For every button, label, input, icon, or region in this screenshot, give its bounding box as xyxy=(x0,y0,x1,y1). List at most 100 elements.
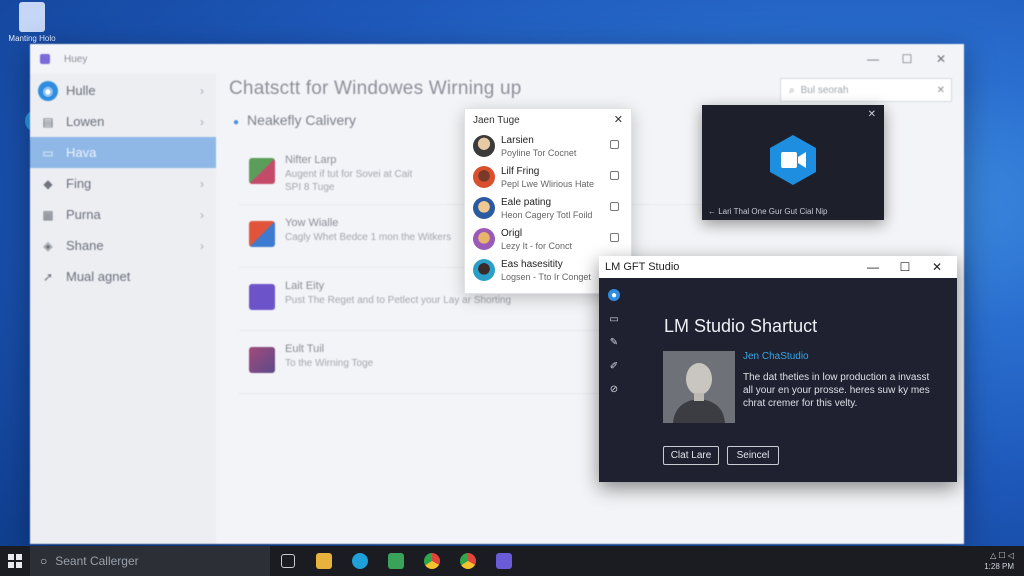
lm-sidebar: ● ▭ ✎ ✐ ⊘ xyxy=(599,278,629,482)
taskbar-app-chrome[interactable] xyxy=(414,546,450,576)
window-title: Huey xyxy=(64,53,88,65)
chevron-right-icon: › xyxy=(200,238,204,253)
video-call-widget: ✕ ← Lari Thal One Gur Gut Cial Nip xyxy=(702,105,884,220)
desktop-icon-1[interactable]: Manting Holo xyxy=(2,2,62,43)
contact-row[interactable]: Larsien Poyline Tor Cocnet xyxy=(465,131,631,162)
store-icon xyxy=(388,553,404,569)
select-checkbox[interactable] xyxy=(610,140,619,149)
select-checkbox[interactable] xyxy=(610,171,619,180)
select-checkbox[interactable] xyxy=(610,233,619,242)
taskbar-app-edge[interactable] xyxy=(342,546,378,576)
app-logo-icon xyxy=(40,54,50,64)
primary-button[interactable]: Clat Lare xyxy=(663,446,719,465)
section-title: ● Neakefly Calivery xyxy=(233,112,356,128)
contact-row[interactable]: Origl Lezy It - for Conct xyxy=(465,224,631,255)
profile-image xyxy=(663,351,735,423)
avatar xyxy=(473,228,495,250)
thumbnail-icon xyxy=(249,221,275,247)
taskbar-search[interactable]: ○ Seant Callerger xyxy=(30,546,270,576)
window-controls: — ☐ ✕ xyxy=(856,48,958,70)
list-icon: ▤ xyxy=(42,114,54,129)
chevron-right-icon: › xyxy=(200,207,204,222)
avatar xyxy=(473,135,495,157)
bullet-icon: ● xyxy=(233,117,240,128)
pencil-icon[interactable]: ✎ xyxy=(608,336,620,348)
taskbar-app-store[interactable] xyxy=(378,546,414,576)
document-icon xyxy=(19,2,45,32)
close-icon[interactable]: ✕ xyxy=(614,113,623,126)
select-checkbox[interactable] xyxy=(610,202,619,211)
chevron-right-icon: › xyxy=(200,114,204,129)
share-icon: ◈ xyxy=(43,238,53,253)
sidebar-item-label: Mual agnet xyxy=(66,269,131,284)
desktop-icon-label: Manting Holo xyxy=(8,34,56,43)
edit-icon[interactable]: ✐ xyxy=(608,360,620,372)
taskbar-app-explorer[interactable] xyxy=(306,546,342,576)
task-view-icon xyxy=(281,554,295,568)
browser-icon xyxy=(352,553,368,569)
page-title: Chatsctt for Windowes Wirning up xyxy=(229,78,522,99)
contact-popup-header: Jaen Tuge ✕ xyxy=(465,109,631,131)
search-input[interactable]: ⌕ Bul seorah ✕ xyxy=(780,78,952,102)
maximize-button[interactable]: ☐ xyxy=(890,48,924,70)
close-button[interactable]: ✕ xyxy=(921,256,953,278)
feed-item-subtext: SPI 8 Tuge xyxy=(285,182,335,193)
sidebar-item-mual-agnet[interactable]: ➚ Mual agnet xyxy=(30,261,216,292)
video-camera-icon xyxy=(770,135,816,185)
chevron-right-icon: › xyxy=(200,83,204,98)
arrow-icon: ➚ xyxy=(42,269,54,284)
maximize-button[interactable]: ☐ xyxy=(889,256,921,278)
sidebar-item-hava[interactable]: ▭ Hava xyxy=(30,137,216,168)
sidebar-item-shane[interactable]: ◈ Shane › xyxy=(30,230,216,261)
feed-item-title: Lait Eity xyxy=(285,280,325,292)
contact-name: Eas hasesitity xyxy=(501,259,563,270)
close-button[interactable]: ✕ xyxy=(924,48,958,70)
video-toolbar[interactable]: ← Lari Thal One Gur Gut Cial Nip xyxy=(708,207,827,216)
system-tray[interactable]: △ ☐ ◁ 1:28 PM xyxy=(984,550,1014,572)
contact-row[interactable]: Eale pating Heon Cagery Totl Foild xyxy=(465,193,631,224)
sidebar-item-purna[interactable]: ▦ Purna › xyxy=(30,199,216,230)
search-placeholder: Bul seorah xyxy=(800,84,849,96)
lm-window-title: LM GFT Studio xyxy=(605,261,680,273)
chat-app-icon xyxy=(496,553,512,569)
sidebar-item-fing[interactable]: ◆ Fing › xyxy=(30,168,216,199)
taskbar: ○ Seant Callerger △ ☐ ◁ 1:28 PM xyxy=(0,546,1024,576)
folder-icon xyxy=(316,553,332,569)
avatar xyxy=(473,197,495,219)
tray-icons: △ ☐ ◁ xyxy=(990,551,1014,560)
contact-status: Lezy It - for Conct xyxy=(501,241,573,251)
lm-link[interactable]: Jen ChaStudio xyxy=(743,351,809,362)
windows-logo-icon xyxy=(8,554,22,568)
feed-item-text: Pust The Reget and to Petlect your Lay a… xyxy=(285,295,512,306)
thumbnail-icon xyxy=(249,158,275,184)
minimize-button[interactable]: — xyxy=(856,48,890,70)
chrome-icon xyxy=(460,553,476,569)
clear-search-icon[interactable]: ✕ xyxy=(937,85,945,96)
message-icon[interactable]: ▭ xyxy=(608,313,620,325)
chrome-icon xyxy=(424,553,440,569)
task-view-button[interactable] xyxy=(270,546,306,576)
contact-name: Larsien xyxy=(501,135,534,146)
lm-heading: LM Studio Shartuct xyxy=(664,316,818,336)
lm-titlebar: LM GFT Studio — ☐ ✕ xyxy=(599,256,957,278)
sidebar-item-hulle[interactable]: ◉ Hulle › xyxy=(30,75,216,106)
sidebar-item-label: Lowen xyxy=(66,114,105,129)
contact-status: Poyline Tor Cocnet xyxy=(501,148,577,158)
feed-item-title: Eult Tuil xyxy=(285,343,325,355)
minimize-button[interactable]: — xyxy=(857,256,889,278)
main-titlebar: Huey xyxy=(30,44,964,74)
contact-status: Logsen - Tto Ir Conget xyxy=(501,272,591,282)
desktop: Manting Holo Kro Huey — ☐ ✕ ◉ Hulle › ▤ … xyxy=(0,0,1024,576)
sidebar-item-lowen[interactable]: ▤ Lowen › xyxy=(30,106,216,137)
taskbar-search-placeholder: Seant Callerger xyxy=(55,554,139,568)
compass-icon[interactable]: ⊘ xyxy=(608,383,620,395)
avatar xyxy=(473,166,495,188)
chat-icon[interactable]: ● xyxy=(608,289,620,301)
search-icon: ⌕ xyxy=(789,84,795,96)
taskbar-app-teams[interactable] xyxy=(486,546,522,576)
taskbar-app-chrome-2[interactable] xyxy=(450,546,486,576)
contact-row[interactable]: Lilf Fring Pepl Lwe Wlirious Hate xyxy=(465,162,631,193)
close-icon[interactable]: ✕ xyxy=(868,109,876,120)
start-button[interactable] xyxy=(0,546,30,576)
cancel-button[interactable]: Seincel xyxy=(727,446,779,465)
